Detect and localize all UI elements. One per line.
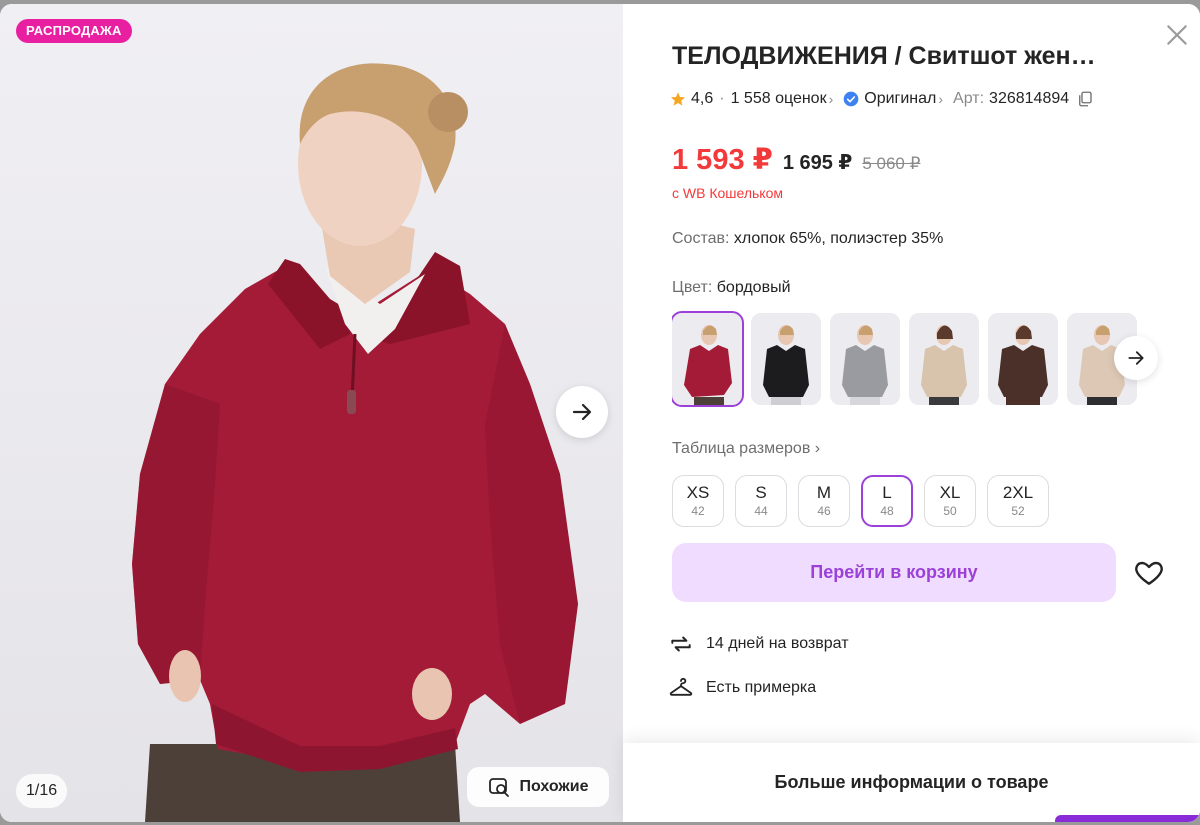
size-table-label: Таблица размеров <box>672 440 811 457</box>
color-swatch[interactable] <box>672 311 744 407</box>
size-option-xl[interactable]: XL 50 <box>924 475 976 527</box>
size-ru: 52 <box>1011 504 1025 518</box>
size-ru: 42 <box>691 504 705 518</box>
similar-search-icon <box>489 778 510 797</box>
price-old: 5 060 ₽ <box>862 154 921 173</box>
color-swatches <box>672 311 1144 407</box>
size-label: 2XL <box>1002 483 1034 502</box>
price-row: 1 593 ₽ 1 695 ₽ 5 060 ₽ <box>672 142 920 177</box>
size-ru: 44 <box>754 504 768 518</box>
size-ru: 50 <box>943 504 957 518</box>
composition: Состав: хлопок 65%, полиэстер 35% <box>672 230 943 248</box>
color-value: бордовый <box>716 279 791 296</box>
chevron-right-icon: › <box>814 440 821 457</box>
swatch-thumbnail <box>988 313 1058 405</box>
size-option-xs[interactable]: XS 42 <box>672 475 724 527</box>
product-meta-row: 4,6 · 1 558 оценок › Оригинал › Арт: 326… <box>670 90 1094 108</box>
chevron-right-icon: › <box>828 91 834 107</box>
color-swatch[interactable] <box>751 313 821 405</box>
color-info: Цвет: бордовый <box>672 279 791 297</box>
size-option-m[interactable]: M 46 <box>798 475 850 527</box>
size-label: XL <box>939 483 961 502</box>
arrow-right-icon <box>1128 351 1144 365</box>
size-ru: 48 <box>880 504 894 518</box>
meta-separator: · <box>719 90 725 107</box>
sale-badge: РАСПРОДАЖА <box>16 19 132 43</box>
article-value: 326814894 <box>989 90 1070 107</box>
composition-label: Состав: <box>672 230 730 247</box>
size-label: XS <box>686 483 710 502</box>
color-swatch[interactable] <box>909 313 979 405</box>
bottom-accent-bar <box>1055 815 1200 822</box>
return-policy-text: 14 дней на возврат <box>706 635 849 652</box>
close-icon[interactable] <box>1164 22 1190 48</box>
fitting-info-text: Есть примерка <box>706 679 817 696</box>
product-info-panel: ТЕЛОДВИЖЕНИЯ / Свитшот жен… 4,6 · 1 558 … <box>623 4 1200 822</box>
size-option-l[interactable]: L 48 <box>861 475 913 527</box>
article-label: Арт: <box>953 90 985 107</box>
copy-icon[interactable] <box>1076 90 1094 108</box>
product-title: ТЕЛОДВИЖЕНИЯ / Свитшот жен… <box>672 42 1096 70</box>
size-option-s[interactable]: S 44 <box>735 475 787 527</box>
reviews-link[interactable]: 1 558 оценок <box>731 90 827 108</box>
star-icon <box>671 92 685 106</box>
color-label: Цвет: <box>672 279 713 296</box>
similar-button-label: Похожие <box>519 778 589 795</box>
swatch-thumbnail <box>672 313 742 405</box>
gallery-next-button[interactable] <box>556 386 608 438</box>
size-option-2xl[interactable]: 2XL 52 <box>987 475 1049 527</box>
size-selector: XS 42 S 44 M 46 L 48 XL 50 2XL 52 <box>672 475 1049 527</box>
arrow-right-icon <box>572 403 592 421</box>
heart-icon[interactable] <box>1133 557 1165 589</box>
product-photo <box>132 63 578 822</box>
size-label: M <box>816 483 832 502</box>
go-to-cart-button[interactable]: Перейти в корзину <box>672 543 1116 602</box>
swatch-thumbnail <box>909 313 979 405</box>
swatch-thumbnail <box>751 313 821 405</box>
product-quick-view-modal: РАСПРОДАЖА 1/16 Похожие ТЕЛОДВИЖЕНИЯ / С… <box>0 4 1200 822</box>
verified-icon <box>843 91 859 107</box>
hanger-icon <box>669 677 693 696</box>
similar-button[interactable]: Похожие <box>467 767 609 807</box>
wallet-note[interactable]: с WB Кошельком <box>672 185 783 201</box>
original-link[interactable]: Оригинал <box>864 90 936 108</box>
swatches-next-button[interactable] <box>1114 336 1158 380</box>
price-regular: 1 695 ₽ <box>782 152 853 174</box>
fitting-info: Есть примерка <box>668 675 816 701</box>
chevron-right-icon: › <box>938 91 944 107</box>
size-table-link[interactable]: Таблица размеров › <box>672 440 820 458</box>
rating-value: 4,6 <box>691 90 714 107</box>
product-gallery[interactable]: РАСПРОДАЖА 1/16 Похожие <box>0 4 623 822</box>
gallery-counter: 1/16 <box>16 774 68 808</box>
color-swatch[interactable] <box>988 313 1058 405</box>
return-arrows-icon <box>671 636 691 652</box>
color-swatch[interactable] <box>830 313 900 405</box>
price-with-wallet: 1 593 ₽ <box>672 144 773 176</box>
size-ru: 46 <box>817 504 831 518</box>
return-policy: 14 дней на возврат <box>668 631 849 657</box>
more-info-button[interactable]: Больше информации о товаре <box>623 743 1200 822</box>
size-label: L <box>882 483 892 502</box>
swatch-thumbnail <box>830 313 900 405</box>
composition-value: хлопок 65%, полиэстер 35% <box>733 230 944 247</box>
size-label: S <box>755 483 767 502</box>
